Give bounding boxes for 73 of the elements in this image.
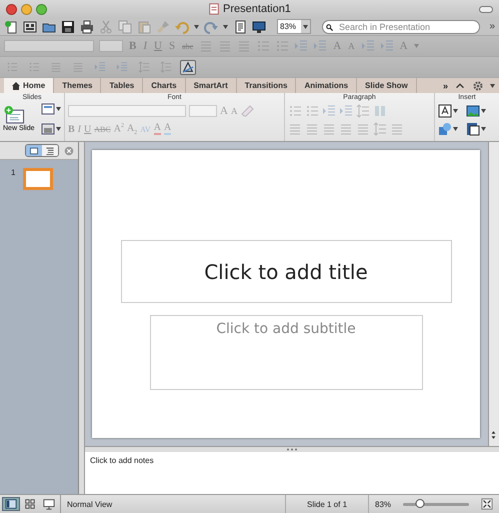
toolbar-toggle-button[interactable]: [479, 6, 493, 12]
caret-icon[interactable]: [481, 127, 486, 131]
new-document-icon[interactable]: [4, 20, 18, 34]
cut-icon[interactable]: [99, 20, 113, 34]
line-spacing-icon: [160, 61, 172, 73]
layout-icon[interactable]: [40, 102, 55, 116]
home-icon: [12, 82, 20, 90]
document-icon[interactable]: [233, 20, 247, 34]
copy-icon[interactable]: [118, 20, 132, 34]
overflow-button[interactable]: »: [442, 80, 448, 90]
arrange-icon[interactable]: [466, 122, 480, 136]
slide-thumbnail[interactable]: [23, 168, 54, 190]
search-icon: [326, 24, 333, 30]
minimize-button[interactable]: [21, 4, 32, 14]
redo-icon[interactable]: [204, 20, 218, 34]
pane-view-button[interactable]: [42, 145, 58, 156]
printer-icon[interactable]: [80, 20, 94, 34]
caret-icon[interactable]: [453, 109, 458, 113]
bullets-icon: [6, 61, 18, 73]
save-icon[interactable]: [61, 20, 75, 34]
bullets-icon: [28, 61, 40, 73]
zoom-level: 83%: [375, 500, 392, 508]
outline-icon: [45, 146, 55, 156]
indent-icon: [116, 61, 128, 73]
caret-icon[interactable]: [453, 127, 458, 131]
gear-icon[interactable]: [472, 80, 484, 92]
paste-icon[interactable]: [137, 20, 151, 34]
search-field[interactable]: Search in Presentation: [322, 20, 480, 34]
text-tool-button[interactable]: [180, 60, 196, 74]
overflow-button[interactable]: »: [489, 21, 495, 32]
normal-view-icon: [5, 498, 17, 510]
section-icon[interactable]: [40, 122, 55, 136]
zoom-button[interactable]: [36, 4, 47, 14]
new-slide-icon: [3, 106, 25, 124]
caret-icon[interactable]: [490, 84, 495, 88]
line-spacing-icon: [138, 61, 150, 73]
align-icon: [72, 61, 84, 73]
fit-window-icon[interactable]: [481, 498, 493, 510]
zoom-dropdown[interactable]: 83%: [277, 19, 311, 34]
brush-icon[interactable]: [156, 20, 170, 34]
view-button[interactable]: [2, 497, 20, 511]
grid-view-icon: [24, 498, 36, 510]
text-direction-icon: [182, 61, 194, 73]
gallery-icon[interactable]: [23, 20, 37, 34]
caret-icon[interactable]: [56, 107, 61, 111]
text-box-icon[interactable]: [438, 104, 452, 118]
picture-icon[interactable]: [466, 104, 480, 118]
title-placeholder[interactable]: Click to add title: [120, 240, 452, 303]
document-small-icon: [208, 3, 220, 15]
slide-view-icon: [29, 146, 39, 156]
caret-icon[interactable]: [481, 109, 486, 113]
slide[interactable]: Click to add title Click to add subtitle: [92, 150, 480, 438]
caret-icon[interactable]: [303, 24, 308, 28]
slide-number: 1: [11, 168, 16, 177]
subtitle-placeholder[interactable]: Click to add subtitle: [150, 315, 422, 390]
caret-icon[interactable]: [223, 24, 228, 28]
window-title: Presentation1: [223, 3, 291, 15]
align-icon: [50, 61, 62, 73]
ribbon-tab[interactable]: Home: [4, 78, 54, 93]
close-button[interactable]: [6, 4, 17, 14]
presenter-icon: [43, 498, 55, 510]
close-pane-icon[interactable]: [64, 146, 74, 156]
indent-icon: [94, 61, 106, 73]
monitor-icon[interactable]: [252, 20, 266, 34]
view-name: Normal View: [67, 500, 112, 508]
slider-thumb[interactable]: [415, 498, 424, 508]
undo-icon[interactable]: [175, 20, 189, 34]
caret-icon[interactable]: [194, 24, 199, 28]
pane-view-button[interactable]: [26, 145, 42, 156]
resize-handle[interactable]: [286, 448, 298, 451]
slide-position: Slide 1 of 1: [306, 500, 348, 508]
notes-placeholder[interactable]: Click to add notes: [90, 456, 154, 465]
caret-icon[interactable]: [56, 127, 61, 131]
